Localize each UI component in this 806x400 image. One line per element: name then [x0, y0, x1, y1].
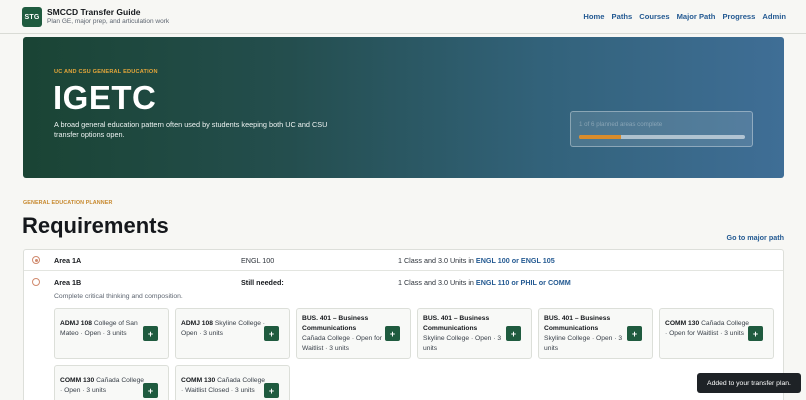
- requirement-row[interactable]: Area 1A ENGL 100 1 Class and 3.0 Units i…: [24, 250, 783, 271]
- course-option-card: ADMJ 108 College of San Mateo · Open · 3…: [54, 308, 169, 359]
- top-bar: STG SMCCD Transfer Guide Plan GE, major …: [0, 0, 806, 34]
- hero-description: A broad general education pattern often …: [54, 120, 328, 139]
- hero-banner: UC AND CSU GENERAL EDUCATION IGETC A bro…: [23, 37, 784, 178]
- course-detail: Cañada College · Open for Waitlist · 3 u…: [302, 335, 382, 352]
- nav-paths[interactable]: Paths: [612, 12, 633, 21]
- course-option-card: COMM 130 Cañada College · Waitlist Close…: [175, 365, 290, 400]
- requirement-courses-link[interactable]: ENGL 100 or ENGL 105: [476, 256, 555, 265]
- go-to-major-path-link[interactable]: Go to major path: [727, 233, 785, 242]
- course-option-text: COMM 130 Cañada College · Open for Waitl…: [665, 319, 753, 339]
- requirement-note: Complete critical thinking and compositi…: [54, 293, 183, 300]
- hero-title: IGETC: [53, 79, 157, 116]
- course-option-card: BUS. 401 – Business Communications Cañada…: [296, 308, 411, 359]
- course-option-text: COMM 130 Cañada College · Waitlist Close…: [181, 376, 269, 396]
- course-code: BUS. 401 – Business Communications: [302, 315, 369, 332]
- radio-unselected[interactable]: [32, 278, 40, 286]
- course-code: ADMJ 108: [60, 320, 92, 327]
- app-logo[interactable]: STG: [22, 7, 42, 27]
- course-code: BUS. 401 – Business Communications: [423, 315, 490, 332]
- course-code: COMM 130: [60, 377, 95, 384]
- nav-major-path[interactable]: Major Path: [677, 12, 716, 21]
- course-option-text: BUS. 401 – Business Communications Skylin…: [544, 314, 632, 354]
- course-option-text: ADMJ 108 Skyline College · Open · 3 unit…: [181, 319, 269, 339]
- course-option-text: ADMJ 108 College of San Mateo · Open · 3…: [60, 319, 148, 339]
- course-option-card: BUS. 401 – Business Communications Skylin…: [417, 308, 532, 359]
- hero-kicker: UC AND CSU GENERAL EDUCATION: [54, 69, 158, 75]
- course-option-card: COMM 130 Cañada College · Open for Waitl…: [659, 308, 774, 359]
- requirement-units: 1 Class and 3.0 Units in ENGL 110 or PHI…: [398, 278, 571, 287]
- course-code: ADMJ 108: [181, 320, 213, 327]
- course-option-text: BUS. 401 – Business Communications Cañada…: [302, 314, 390, 354]
- nav-admin[interactable]: Admin: [762, 12, 786, 21]
- course-option-text: COMM 130 Cañada College · Open · 3 units: [60, 376, 148, 396]
- requirement-courses-link[interactable]: ENGL 110 or PHIL or COMM: [476, 278, 571, 287]
- requirement-area: Area 1B: [54, 278, 82, 287]
- add-course-button[interactable]: +: [143, 326, 158, 341]
- add-course-button[interactable]: +: [748, 326, 763, 341]
- requirement-units: 1 Class and 3.0 Units in ENGL 100 or ENG…: [398, 256, 555, 265]
- progress-bar-fill: [579, 135, 621, 139]
- nav-progress[interactable]: Progress: [722, 12, 755, 21]
- app-subtitle: Plan GE, major prep, and articulation wo…: [47, 18, 170, 25]
- requirement-status: Still needed:: [241, 278, 284, 287]
- course-option-card: BUS. 401 – Business Communications Skylin…: [538, 308, 653, 359]
- section-title: Requirements: [22, 213, 169, 238]
- course-option-text: BUS. 401 – Business Communications Skylin…: [423, 314, 511, 354]
- main-nav: Home Paths Courses Major Path Progress A…: [583, 12, 786, 21]
- app-title[interactable]: SMCCD Transfer Guide: [47, 7, 141, 17]
- toast-notification: Added to your transfer plan.: [697, 373, 801, 393]
- section-kicker: GENERAL EDUCATION PLANNER: [23, 200, 113, 206]
- add-course-button[interactable]: +: [143, 383, 158, 398]
- course-code: COMM 130: [665, 320, 700, 327]
- radio-selected[interactable]: [32, 256, 40, 264]
- requirement-area: Area 1A: [54, 256, 82, 265]
- add-course-button[interactable]: +: [264, 326, 279, 341]
- add-course-button[interactable]: +: [385, 326, 400, 341]
- course-option-card: COMM 130 Cañada College · Open · 3 units…: [54, 365, 169, 400]
- requirement-row[interactable]: Area 1B Still needed: 1 Class and 3.0 Un…: [24, 272, 783, 293]
- add-course-button[interactable]: +: [627, 326, 642, 341]
- requirements-table: Area 1A ENGL 100 1 Class and 3.0 Units i…: [23, 249, 784, 400]
- add-course-button[interactable]: +: [264, 383, 279, 398]
- course-code: COMM 130: [181, 377, 216, 384]
- progress-bar: [579, 135, 745, 139]
- course-code: BUS. 401 – Business Communications: [544, 315, 611, 332]
- nav-home[interactable]: Home: [583, 12, 604, 21]
- course-detail: Skyline College · Open · 3 units: [544, 335, 623, 352]
- course-option-card: ADMJ 108 Skyline College · Open · 3 unit…: [175, 308, 290, 359]
- add-course-button[interactable]: +: [506, 326, 521, 341]
- requirement-course: ENGL 100: [241, 256, 275, 265]
- progress-card: 1 of 6 planned areas complete: [570, 111, 753, 147]
- progress-label: 1 of 6 planned areas complete: [579, 121, 663, 128]
- course-detail: Skyline College · Open · 3 units: [423, 335, 502, 352]
- nav-courses[interactable]: Courses: [639, 12, 669, 21]
